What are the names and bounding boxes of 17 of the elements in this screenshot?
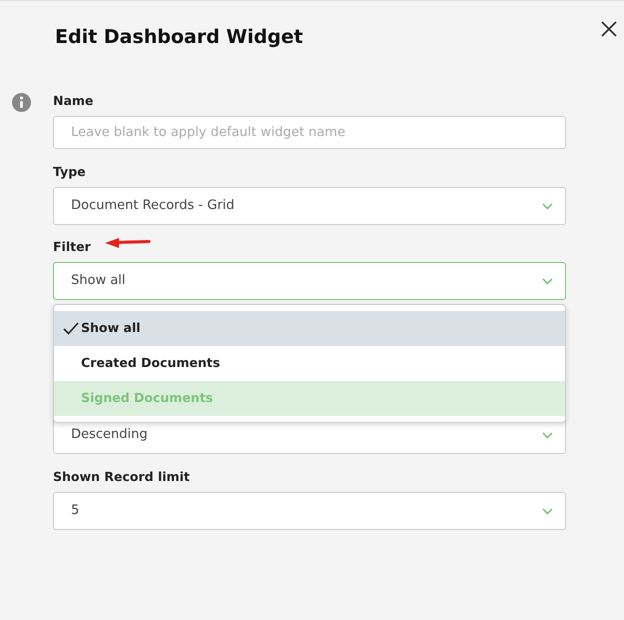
chevron-down-icon xyxy=(542,278,553,284)
select-field[interactable]: Document Records - Grid xyxy=(53,187,566,225)
dropdown-option[interactable]: Created Documents xyxy=(54,346,565,381)
select-field[interactable]: Show all xyxy=(53,262,566,300)
field-label: Shown Record limit xyxy=(53,469,190,484)
info-icon[interactable] xyxy=(12,93,31,112)
field-label: Name xyxy=(53,93,94,108)
check-icon xyxy=(63,322,79,335)
chevron-down-icon xyxy=(542,202,553,210)
name-field[interactable]: Leave blank to apply default widget name xyxy=(53,116,566,149)
chevron-down-icon xyxy=(542,432,553,438)
select-field[interactable]: 5 xyxy=(53,492,566,530)
dropdown-option[interactable]: Show all xyxy=(54,311,565,346)
chevron-down-icon xyxy=(542,508,553,514)
field-label: Type xyxy=(53,164,86,179)
dialog-title: Edit Dashboard Widget xyxy=(55,25,303,50)
field-label: Filter xyxy=(53,239,91,254)
